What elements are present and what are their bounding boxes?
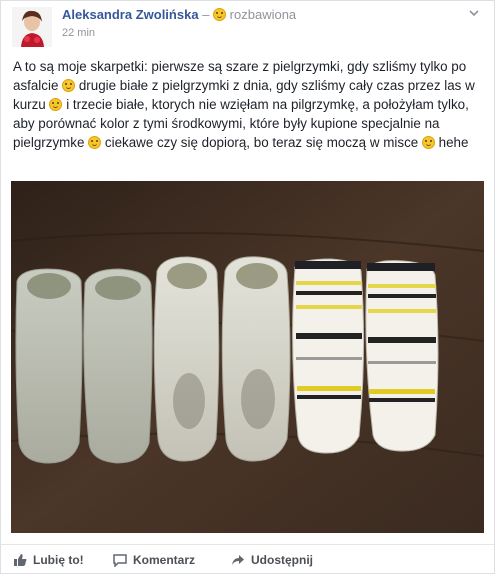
striped-sock: [365, 260, 439, 452]
share-button[interactable]: Udostępnij: [231, 553, 313, 567]
author-name[interactable]: Aleksandra Zwolińska: [62, 7, 199, 22]
post-card: Aleksandra Zwolińska – rozbawiona 22 min…: [0, 0, 495, 574]
feeling-label: rozbawiona: [229, 7, 297, 22]
like-button[interactable]: Lubię to!: [13, 553, 84, 567]
smiley-icon: [213, 8, 227, 21]
post-photo[interactable]: [10, 181, 485, 533]
smiley-icon: [49, 98, 63, 111]
share-icon: [232, 555, 244, 565]
thumbs-up-icon: [14, 554, 27, 566]
post-header: Aleksandra Zwolińska – rozbawiona: [62, 7, 296, 22]
smiley-icon: [421, 136, 435, 149]
post-timestamp[interactable]: 22 min: [62, 27, 95, 39]
smiley-icon: [88, 136, 102, 149]
post-text-part: hehe: [434, 135, 469, 150]
comment-icon: [113, 554, 127, 567]
post-text-part: ciekawe czy się dopiorą, bo teraz się mo…: [101, 135, 422, 150]
post-actions: Lubię to! Komentarz Udostępnij: [1, 544, 494, 573]
like-label: Lubię to!: [33, 553, 84, 567]
striped-sock: [292, 258, 365, 454]
smiley-icon: [62, 79, 76, 92]
comment-button[interactable]: Komentarz: [113, 553, 195, 567]
feeling-separator: –: [202, 7, 210, 22]
share-label: Udostępnij: [251, 553, 313, 567]
comment-label: Komentarz: [133, 553, 196, 567]
author-avatar[interactable]: [12, 7, 52, 47]
chevron-down-icon[interactable]: [468, 7, 480, 19]
post-text: A to są moje skarpetki: pierwsze są szar…: [13, 57, 483, 152]
